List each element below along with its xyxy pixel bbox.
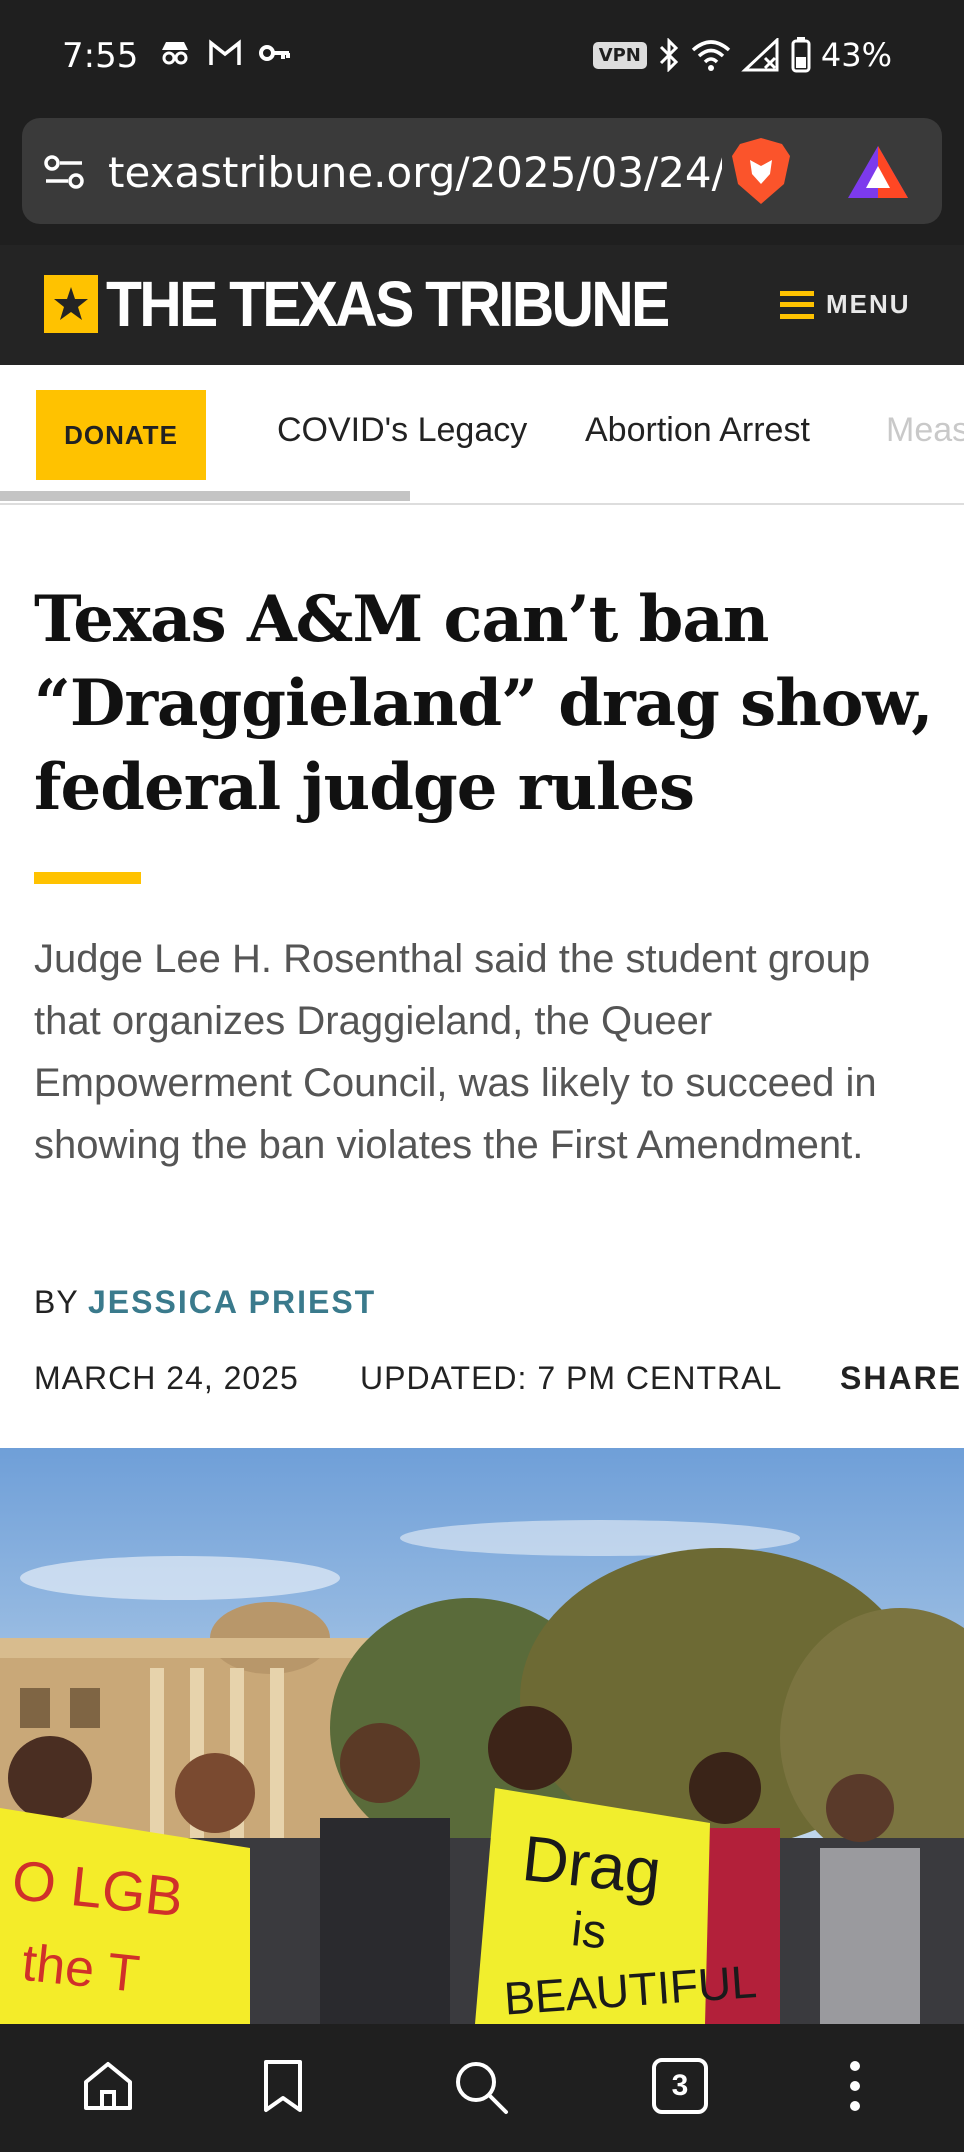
- url-text[interactable]: texastribune.org/2025/03/24/texas-am-dra…: [108, 148, 722, 197]
- tribune-star-logo[interactable]: [44, 275, 98, 333]
- home-icon[interactable]: [80, 2058, 136, 2114]
- tab-count: 3: [671, 2069, 689, 2102]
- protest-photo-illustration: O LGB the T Drag is BEAUTIFUL: [0, 1448, 964, 2024]
- notification-icons: [158, 38, 292, 68]
- battery-icon: [791, 37, 811, 73]
- search-icon[interactable]: [452, 2058, 510, 2116]
- brave-rewards-icon[interactable]: [846, 144, 910, 200]
- battery-percent: 43%: [820, 36, 892, 74]
- status-bar: 7:55 VPN 43%: [0, 0, 964, 112]
- browser-bottom-nav: 3: [0, 2024, 964, 2152]
- topic-link-abortion[interactable]: Abortion Arrest: [585, 411, 810, 450]
- address-bar[interactable]: texastribune.org/2025/03/24/texas-am-dra…: [22, 118, 942, 224]
- topic-link-partial[interactable]: Meas: [886, 411, 964, 450]
- hamburger-icon: [780, 290, 814, 319]
- topic-scroll-indicator: [0, 491, 410, 501]
- share-button[interactable]: SHARE: [840, 1360, 962, 1397]
- incognito-spy-icon: [162, 42, 188, 65]
- menu-label: MENU: [826, 289, 911, 319]
- right-sign-line2: is: [569, 1903, 609, 1959]
- bluetooth-icon: [659, 38, 678, 72]
- more-icon[interactable]: [840, 2058, 870, 2114]
- tabs-icon[interactable]: 3: [652, 2058, 708, 2114]
- key-icon: [259, 45, 290, 61]
- site-logo-text[interactable]: THE TEXAS TRIBUNE: [106, 267, 670, 341]
- menu-button[interactable]: MENU: [780, 289, 911, 320]
- topic-nav: DONATE COVID's Legacy Abortion Arrest Me…: [0, 365, 964, 505]
- site-settings-icon[interactable]: [42, 152, 86, 192]
- gmail-icon: [209, 39, 241, 65]
- article-dek: Judge Lee H. Rosenthal said the student …: [34, 937, 877, 1167]
- publish-date: MARCH 24, 2025: [34, 1360, 299, 1396]
- left-sign-line2: the T: [19, 1934, 142, 2004]
- article-photo: O LGB the T Drag is BEAUTIFUL: [0, 1448, 964, 2024]
- right-sign-line1: Drag: [519, 1822, 664, 1908]
- donate-button[interactable]: DONATE: [36, 390, 206, 480]
- browser-toolbar: texastribune.org/2025/03/24/texas-am-dra…: [0, 112, 964, 245]
- article-headline: Texas A&M can’t ban “Draggieland” drag s…: [34, 582, 934, 825]
- site-header: THE TEXAS TRIBUNE MENU: [0, 245, 964, 365]
- updated-time: UPDATED: 7 PM CENTRAL: [360, 1360, 783, 1396]
- vpn-badge: VPN: [592, 41, 647, 69]
- star-icon: [54, 287, 88, 320]
- byline: BY JESSICA PRIEST: [34, 1284, 376, 1321]
- wifi-icon: [691, 40, 731, 71]
- system-icons: VPN 43%: [592, 36, 892, 74]
- byline-prefix: BY: [34, 1284, 79, 1320]
- headline-rule: [34, 872, 141, 884]
- bookmark-icon[interactable]: [258, 2058, 308, 2114]
- topic-link-covid[interactable]: COVID's Legacy: [277, 411, 527, 450]
- status-time: 7:55: [62, 36, 139, 76]
- brave-shields-icon[interactable]: [730, 136, 792, 206]
- author-link[interactable]: JESSICA PRIEST: [88, 1284, 376, 1320]
- signal-icon: [741, 38, 779, 72]
